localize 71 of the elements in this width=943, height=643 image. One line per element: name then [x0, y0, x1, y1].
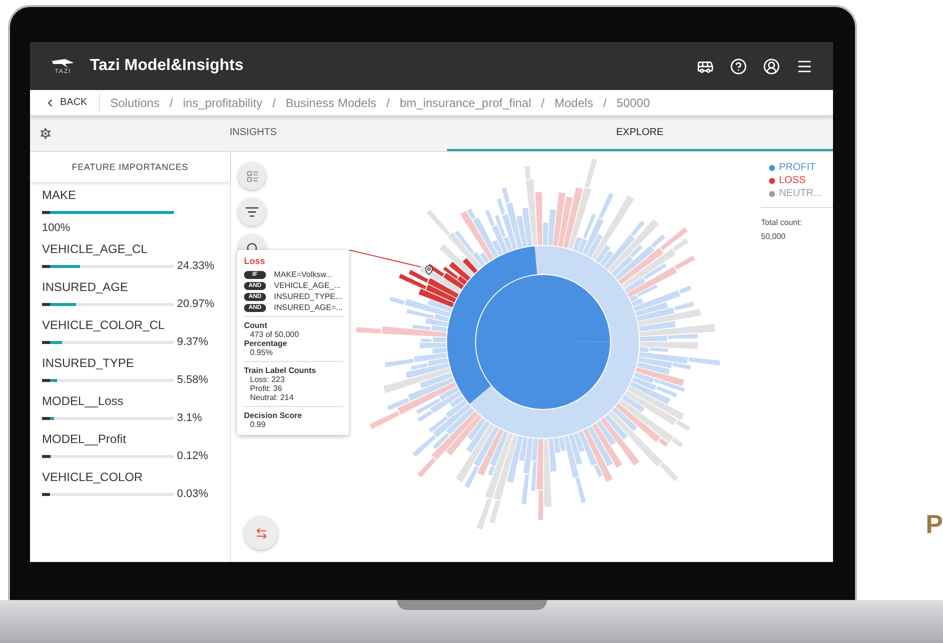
- tab[interactable]: INSIGHTS: [60, 116, 446, 151]
- stat-value: 473 of 50,000: [249, 330, 300, 339]
- help-icon[interactable]: [730, 58, 747, 74]
- list-icon: [246, 170, 258, 182]
- total-count-value: 50,000: [761, 231, 786, 244]
- legend-label: NEUTR...: [779, 188, 822, 199]
- breadcrumb-separator: /: [272, 96, 276, 110]
- stat-value: Loss: 223: [249, 375, 286, 384]
- stat-value: Neutral: 214: [249, 393, 295, 402]
- list-view-button[interactable]: [238, 162, 266, 190]
- breadcrumb-link[interactable]: Models: [554, 96, 594, 110]
- panel-title: FEATURE IMPORTANCES: [30, 152, 230, 182]
- breadcrumb-link[interactable]: 50000: [616, 96, 650, 110]
- feature-name: VEHICLE_COLOR_CL: [42, 318, 166, 332]
- swap-button[interactable]: [244, 516, 278, 550]
- stat-value: Profit: 36: [249, 384, 284, 393]
- breadcrumb-link[interactable]: ins_profitability: [182, 96, 262, 110]
- stat-label: Percentage: [244, 339, 288, 348]
- stat-label: Train Label Counts: [244, 366, 318, 375]
- bar-start-marker: [42, 302, 50, 306]
- app-title: Tazi Model&Insights: [90, 57, 244, 75]
- swap-arrows-icon: [254, 526, 268, 540]
- breadcrumb-link[interactable]: bm_insurance_prof_final: [400, 96, 532, 110]
- bar-start-marker: [42, 378, 50, 382]
- condition-text: INSURED_AGE=...: [274, 303, 343, 312]
- condition-text: MAKE=Volksw...: [274, 270, 332, 279]
- breadcrumb-separator: /: [541, 96, 544, 110]
- stat-label: Decision Score: [244, 411, 303, 420]
- back-button[interactable]: BACK: [30, 94, 100, 112]
- total-count-label: Total count:: [761, 217, 803, 229]
- feature-name: MODEL__Profit: [42, 432, 128, 446]
- stat-label: Count: [244, 321, 268, 330]
- pin-icon: [424, 265, 434, 275]
- account-icon[interactable]: [763, 58, 780, 74]
- bar-start-marker: [42, 210, 50, 214]
- filter-icon: [245, 205, 259, 219]
- bar-start-marker: [42, 492, 50, 496]
- breadcrumb-link[interactable]: Solutions: [110, 96, 160, 110]
- shark-logo-icon: [51, 58, 75, 68]
- breadcrumb-separator: /: [386, 96, 390, 110]
- feature-name: MAKE: [42, 188, 78, 202]
- tab[interactable]: EXPLORE: [446, 116, 833, 151]
- filter-button[interactable]: [238, 198, 266, 226]
- feature-name: INSURED_TYPE: [42, 356, 136, 370]
- condition-text: INSURED_TYPE...: [274, 292, 342, 301]
- importance-value: 0.03%: [177, 488, 208, 500]
- breadcrumb-separator: /: [170, 96, 173, 110]
- condition-text: VEHICLE_AGE_...: [274, 281, 341, 290]
- legend-label: LOSS: [779, 175, 806, 186]
- stat-value: 0.99: [249, 420, 267, 429]
- feature-name: MODEL__Loss: [42, 394, 124, 408]
- importance-value: 5.58%: [177, 374, 208, 386]
- bar-start-marker: [42, 264, 50, 268]
- feature-name: VEHICLE_AGE_CL: [42, 242, 148, 256]
- stat-value: 0.95%: [249, 348, 274, 357]
- importance-value: 9.37%: [177, 336, 208, 348]
- legend-label: PROFIT: [779, 162, 816, 173]
- importance-value: 0.12%: [177, 450, 208, 462]
- bar-start-marker: [42, 340, 50, 344]
- feature-name: VEHICLE_COLOR: [42, 470, 144, 484]
- breadcrumb-link[interactable]: Business Models: [286, 96, 376, 110]
- feature-name: INSURED_AGE: [42, 280, 130, 294]
- side-text: P: [926, 509, 943, 540]
- bar-start-marker: [42, 454, 50, 458]
- bar-start-marker: [42, 416, 50, 420]
- importance-value: 20.97%: [177, 298, 214, 310]
- breadcrumb-separator: /: [603, 96, 607, 110]
- tooltip-title: Loss: [244, 256, 266, 266]
- importance-value: 24.33%: [177, 260, 214, 272]
- importance-value: 3.1%: [177, 412, 202, 424]
- importance-value: 100%: [42, 222, 72, 234]
